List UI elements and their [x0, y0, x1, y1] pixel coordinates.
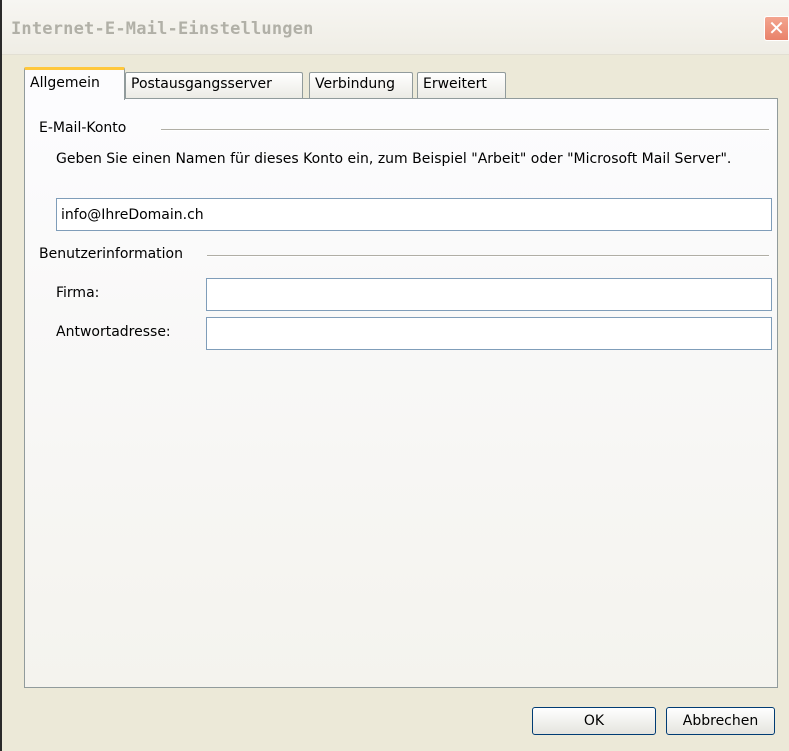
ok-button[interactable]: OK	[532, 707, 656, 735]
title-bar[interactable]: Internet-E-Mail-Einstellungen ✕	[2, 0, 789, 55]
email-account-group-label: E-Mail-Konto	[39, 120, 127, 136]
tab-verbindung[interactable]: Verbindung	[309, 72, 413, 98]
tab-label: Verbindung	[315, 76, 396, 92]
company-label: Firma:	[56, 285, 100, 301]
group-divider	[161, 129, 769, 131]
reply-address-field[interactable]	[206, 317, 772, 350]
company-field[interactable]	[206, 278, 772, 311]
account-name-field[interactable]	[56, 198, 772, 231]
account-description: Geben Sie einen Namen für dieses Konto e…	[56, 151, 732, 167]
tab-panel-allgemein: E-Mail-Konto Geben Sie einen Namen für d…	[24, 98, 778, 688]
close-icon: ✕	[768, 16, 785, 40]
group-divider	[207, 255, 769, 257]
tab-label: Allgemein	[30, 75, 100, 91]
tab-label: Postausgangsserver	[131, 76, 272, 92]
reply-address-label: Antwortadresse:	[56, 324, 171, 340]
tab-allgemein[interactable]: Allgemein	[24, 67, 125, 100]
tab-postausgangsserver[interactable]: Postausgangsserver	[125, 72, 303, 98]
tab-erweitert[interactable]: Erweitert	[417, 72, 506, 98]
cancel-button[interactable]: Abbrechen	[666, 707, 775, 735]
close-button[interactable]: ✕	[764, 16, 789, 41]
dialog-window: Internet-E-Mail-Einstellungen ✕ Allgemei…	[0, 0, 789, 751]
tab-label: Erweitert	[423, 76, 487, 92]
user-info-group-label: Benutzerinformation	[39, 246, 183, 262]
window-title: Internet-E-Mail-Einstellungen	[11, 19, 314, 39]
